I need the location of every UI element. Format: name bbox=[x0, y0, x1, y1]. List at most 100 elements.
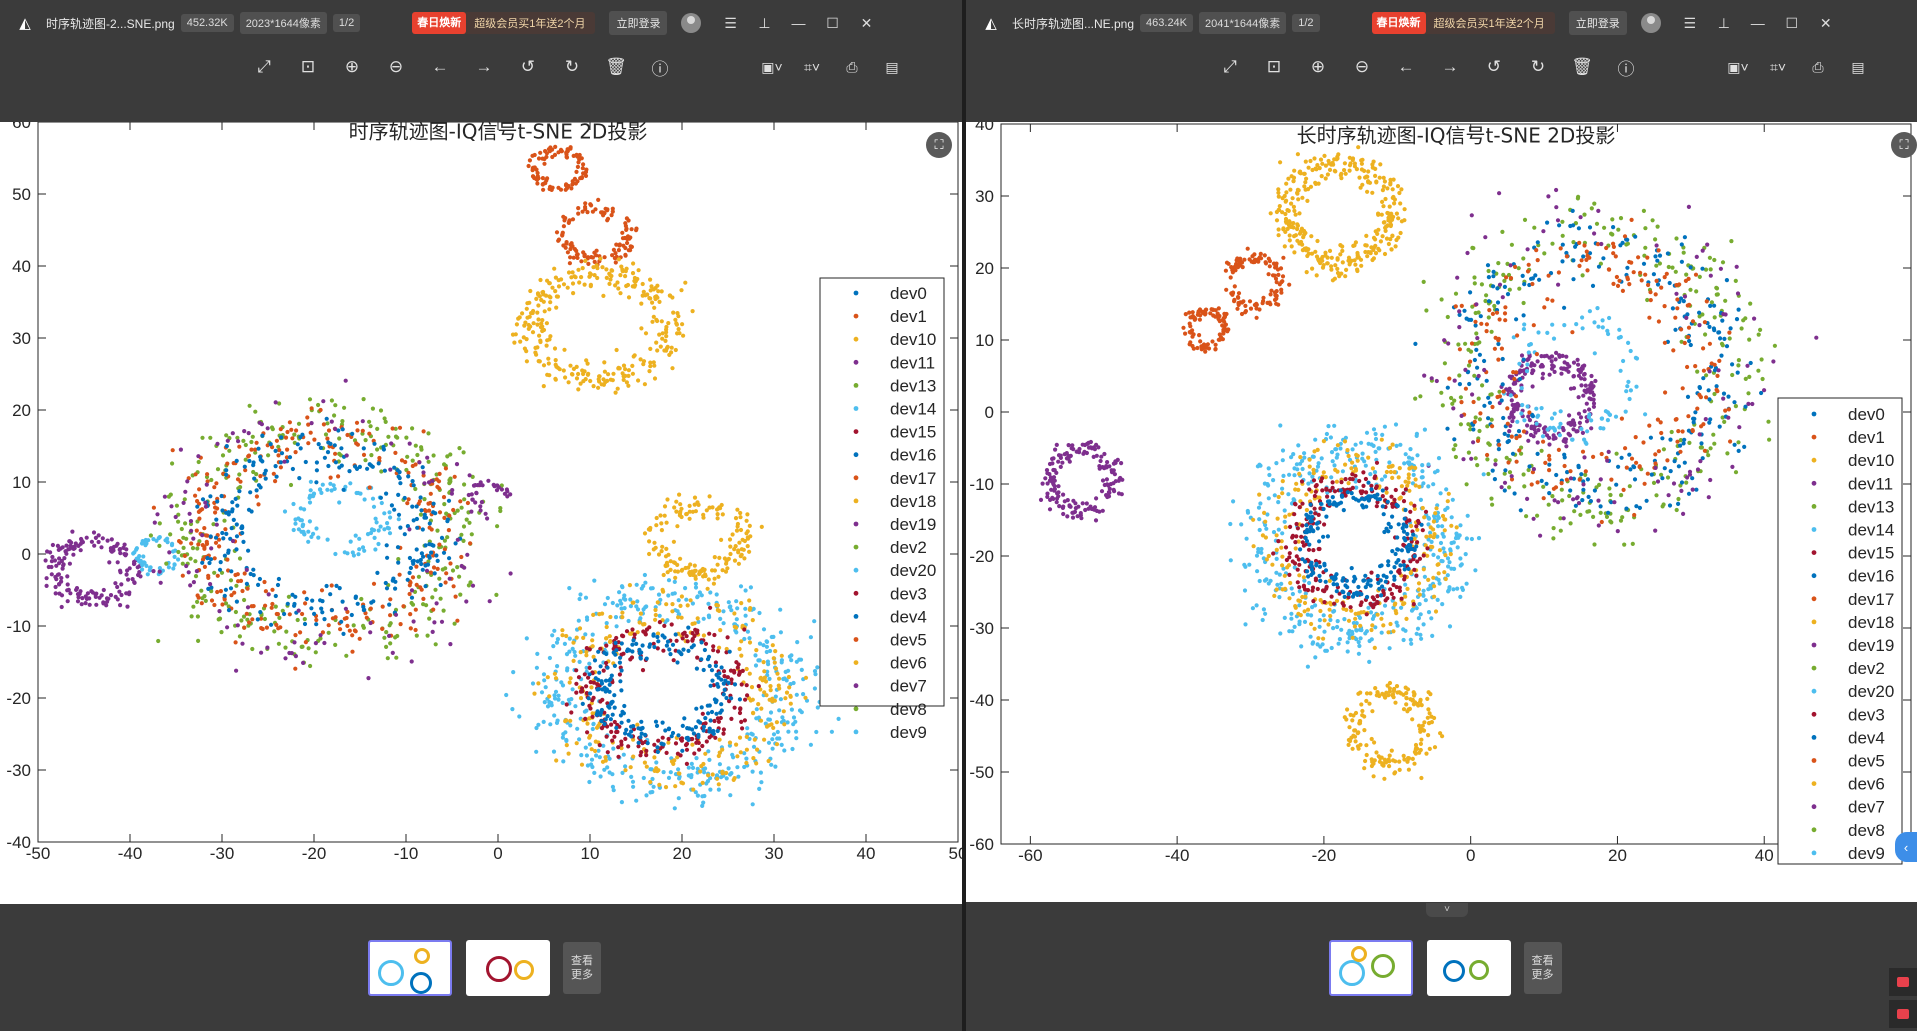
scatter-point-dev18 bbox=[705, 586, 710, 591]
scatter-point-dev15 bbox=[707, 631, 712, 636]
scatter-point-dev10 bbox=[547, 373, 552, 378]
edit-image-icon[interactable]: ▣˅ bbox=[752, 52, 792, 82]
avatar[interactable] bbox=[681, 13, 702, 33]
zoom-out-icon[interactable]: ⊖ bbox=[374, 52, 418, 82]
scatter-point-dev16 bbox=[220, 530, 225, 536]
actual-size-icon[interactable]: ⊡ bbox=[1252, 52, 1296, 82]
scatter-point-dev5 bbox=[452, 474, 457, 479]
scatter-point-dev15 bbox=[564, 702, 569, 707]
scatter-point-dev15 bbox=[583, 716, 588, 722]
image-canvas[interactable]: 时序轨迹图-IQ信号t-SNE 2D投影 -50 -40 -30 -20 -10 0 10 20… bbox=[0, 122, 962, 904]
print-icon[interactable]: ⎙ bbox=[832, 52, 872, 82]
scatter-point-dev16 bbox=[1699, 441, 1704, 446]
rotate-right-icon[interactable]: ↻ bbox=[550, 52, 594, 82]
crop-icon[interactable]: ⌗˅ bbox=[1758, 52, 1798, 82]
scatter-point-dev18 bbox=[727, 537, 733, 542]
vip-promo-banner[interactable]: 春日焕新 超级会员买1年送2个月 bbox=[1371, 12, 1555, 34]
delete-icon[interactable]: 🗑 bbox=[1560, 52, 1604, 82]
pin-icon[interactable]: ⊥ bbox=[747, 15, 781, 32]
minimize-icon[interactable]: — bbox=[1741, 15, 1775, 31]
crop-icon[interactable]: ⌗˅ bbox=[792, 52, 832, 82]
zoom-out-icon[interactable]: ⊖ bbox=[1340, 52, 1384, 82]
scatter-point-dev1 bbox=[1240, 265, 1245, 270]
menu-icon[interactable]: ☰ bbox=[713, 15, 747, 32]
rotate-right-icon[interactable]: ↻ bbox=[1516, 52, 1560, 82]
scatter-point-dev10 bbox=[659, 319, 664, 324]
menu-icon[interactable]: ☰ bbox=[1673, 15, 1707, 32]
close-icon[interactable]: ✕ bbox=[849, 15, 883, 32]
scatter-point-dev15 bbox=[657, 620, 663, 625]
print-icon[interactable]: ⎙ bbox=[1798, 52, 1838, 82]
minimize-icon[interactable]: — bbox=[781, 15, 815, 31]
delete-icon[interactable]: 🗑 bbox=[594, 52, 638, 82]
file-size: 452.32K bbox=[180, 14, 234, 32]
scatter-point-dev16 bbox=[423, 563, 428, 568]
scatter-point-dev10 bbox=[1319, 174, 1324, 179]
scatter-point-dev17 bbox=[611, 247, 617, 252]
scatter-point-dev4 bbox=[705, 703, 710, 708]
pin-icon[interactable]: ⊥ bbox=[1707, 15, 1741, 32]
close-icon[interactable]: ✕ bbox=[1809, 15, 1843, 32]
scatter-point-dev14 bbox=[1522, 322, 1527, 327]
next-icon[interactable]: → bbox=[1428, 52, 1472, 82]
scatter-point-dev9 bbox=[634, 798, 639, 803]
scatter-point-dev18 bbox=[692, 563, 697, 568]
scatter-point-dev2 bbox=[195, 599, 200, 604]
scatter-point-dev16 bbox=[431, 501, 436, 506]
edit-image-icon[interactable]: ▣˅ bbox=[1718, 52, 1758, 82]
next-icon[interactable]: → bbox=[462, 52, 506, 82]
actual-size-icon[interactable]: ⊡ bbox=[286, 52, 330, 82]
scatter-point-dev16 bbox=[256, 582, 261, 587]
login-button[interactable]: 立即登录 bbox=[1568, 11, 1627, 35]
image-canvas[interactable]: 长时序轨迹图-IQ信号t-SNE 2D投影-60-40-200204060-60… bbox=[966, 122, 1917, 902]
scatter-point-dev20 bbox=[317, 487, 323, 492]
scatter-point-dev5 bbox=[189, 541, 194, 546]
scatter-point-dev16 bbox=[1500, 382, 1505, 387]
save-icon[interactable]: ▤ bbox=[1838, 52, 1878, 82]
maximize-icon[interactable]: ☐ bbox=[1775, 15, 1809, 32]
scatter-point-dev5 bbox=[278, 465, 283, 470]
scatter-point-dev19 bbox=[1578, 415, 1584, 420]
scatter-point-dev10 bbox=[1352, 258, 1357, 263]
vip-promo-banner[interactable]: 春日焕新 超级会员买1年送2个月 bbox=[412, 12, 596, 34]
scatter-point-dev19 bbox=[1584, 401, 1589, 406]
scatter-point-dev10 bbox=[524, 359, 530, 364]
previous-icon[interactable]: ← bbox=[418, 52, 462, 82]
scatter-point-dev15 bbox=[742, 627, 747, 632]
y-tick-label: -20 bbox=[969, 547, 994, 566]
previous-icon[interactable]: ← bbox=[1384, 52, 1428, 82]
view-more-button[interactable]: 查看 更多 bbox=[563, 941, 601, 994]
scatter-point-dev19 bbox=[487, 599, 492, 604]
login-button[interactable]: 立即登录 bbox=[609, 11, 668, 35]
thumbnail-current[interactable] bbox=[368, 939, 452, 996]
scatter-point-dev9 bbox=[753, 653, 758, 658]
info-icon[interactable]: ⓘ bbox=[638, 52, 682, 82]
scatter-point-dev13 bbox=[1458, 395, 1463, 400]
save-icon[interactable]: ▤ bbox=[872, 52, 912, 82]
scatter-point-dev9 bbox=[676, 796, 681, 801]
scatter-point-dev10 bbox=[570, 281, 576, 286]
scatter-point-dev16 bbox=[1697, 385, 1702, 390]
scatter-point-dev16 bbox=[1506, 433, 1511, 438]
zoom-in-icon[interactable]: ⊕ bbox=[1296, 52, 1340, 82]
thumbnail-next[interactable] bbox=[466, 939, 550, 996]
rotate-left-icon[interactable]: ↺ bbox=[1472, 52, 1516, 82]
scatter-point-dev11 bbox=[124, 572, 129, 577]
avatar[interactable] bbox=[1640, 13, 1661, 33]
zoom-in-icon[interactable]: ⊕ bbox=[330, 52, 374, 82]
maximize-icon[interactable]: ☐ bbox=[815, 15, 849, 32]
rotate-left-icon[interactable]: ↺ bbox=[506, 52, 550, 82]
scatter-point-dev13 bbox=[1504, 455, 1509, 460]
info-icon[interactable]: ⓘ bbox=[1604, 52, 1648, 82]
fullscreen-toggle-icon[interactable]: ⛶ bbox=[926, 132, 952, 158]
scatter-point-dev11 bbox=[55, 543, 61, 548]
fit-screen-icon[interactable]: ⤢ bbox=[1208, 52, 1252, 82]
fit-screen-icon[interactable]: ⤢ bbox=[242, 52, 286, 82]
scatter-point-dev5 bbox=[413, 607, 418, 612]
scatter-point-dev14 bbox=[166, 565, 171, 570]
scatter-point-dev17 bbox=[1197, 317, 1202, 322]
scatter-point-dev14 bbox=[1587, 412, 1592, 417]
scatter-point-dev4 bbox=[737, 697, 743, 702]
scatter-point-dev10 bbox=[625, 282, 631, 288]
scatter-point-dev10 bbox=[1388, 180, 1393, 185]
